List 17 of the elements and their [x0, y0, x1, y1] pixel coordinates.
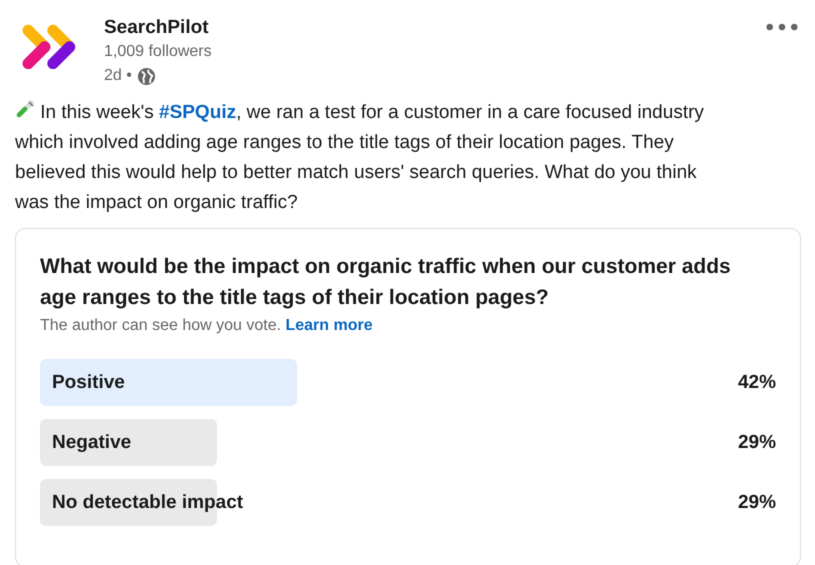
test-tube-icon [15, 100, 35, 120]
more-icon [765, 22, 799, 32]
follower-count: 1,009 followers [104, 42, 213, 62]
vote-percentage: 29% [738, 492, 776, 514]
option-label: No detectable impact [52, 491, 244, 515]
poll-question: What would be the impact on organic traffic when our customer adds age ranges to the title tags of their location pages? [40, 254, 732, 311]
vote-percentage: 42% [738, 372, 776, 394]
post-time: 2d • [104, 66, 132, 86]
poll-note: The author can see how you vote. Learn more [40, 317, 374, 335]
globe-icon [136, 66, 156, 86]
vote-percentage: 29% [738, 432, 776, 454]
learn-more-link[interactable]: Learn more [285, 317, 373, 334]
option-label: Negative [52, 431, 132, 455]
hashtag-link[interactable]: #SPQuiz [159, 102, 236, 123]
author-name[interactable]: SearchPilot [104, 16, 763, 40]
post-text: In this week's #SPQuiz, we ran a test for a customer in a care focused industry which involved adding age ranges to the title tags of their location pages. They believed this would help to better match users' search queries. What do you think was the impact on organic traffic? [15, 99, 705, 215]
option-label: Positive [52, 371, 125, 395]
